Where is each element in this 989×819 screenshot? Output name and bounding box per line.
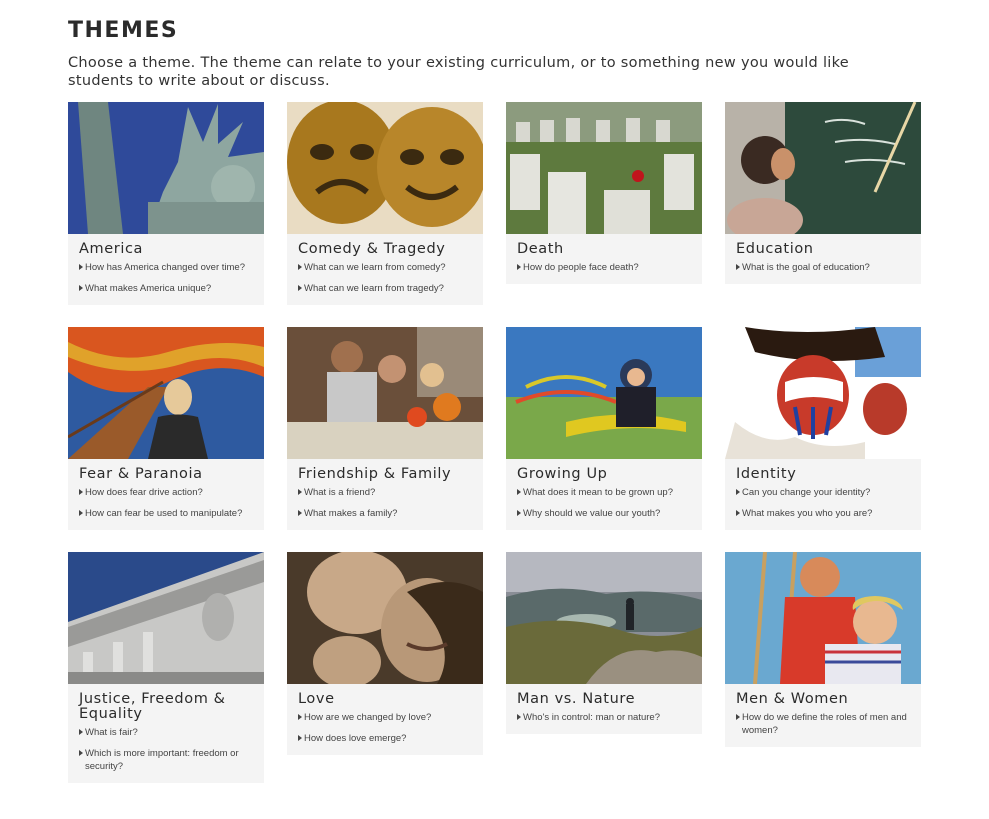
theme-question[interactable]: How do we define the roles of men and wo… [736,711,913,737]
theme-card-fear-paranoia[interactable]: Fear & Paranoia How does fear drive acti… [68,327,264,530]
theme-card-men-women[interactable]: Men & Women How do we define the roles o… [725,552,921,747]
themes-grid: America How has America changed over tim… [68,102,921,783]
education-image[interactable] [725,102,921,234]
theme-card-man-vs-nature[interactable]: Man vs. Nature Who's in control: man or … [506,552,702,734]
theme-card-death[interactable]: Death How do people face death? [506,102,702,284]
theme-title[interactable]: Identity [736,467,913,482]
love-image[interactable] [287,552,483,684]
theme-title[interactable]: Men & Women [736,692,913,707]
theme-question[interactable]: What makes a family? [298,507,475,520]
america-image[interactable] [68,102,264,234]
theme-title[interactable]: Fear & Paranoia [79,467,256,482]
theme-card-identity[interactable]: Identity Can you change your identity? W… [725,327,921,530]
theme-title[interactable]: Growing Up [517,467,694,482]
theme-question[interactable]: What is the goal of education? [736,261,913,274]
theme-question[interactable]: Why should we value our youth? [517,507,694,520]
theme-question[interactable]: How do people face death? [517,261,694,274]
theme-question[interactable]: What can we learn from tragedy? [298,282,475,295]
theme-title[interactable]: America [79,242,256,257]
friendship-family-image[interactable] [287,327,483,459]
theme-question[interactable]: Who's in control: man or nature? [517,711,694,724]
theme-question[interactable]: How does fear drive action? [79,486,256,499]
theme-question[interactable]: How does love emerge? [298,732,475,745]
theme-question[interactable]: What can we learn from comedy? [298,261,475,274]
death-image[interactable] [506,102,702,234]
theme-card-america[interactable]: America How has America changed over tim… [68,102,264,305]
man-vs-nature-image[interactable] [506,552,702,684]
theme-title[interactable]: Man vs. Nature [517,692,694,707]
theme-question[interactable]: What is a friend? [298,486,475,499]
theme-card-friendship-family[interactable]: Friendship & Family What is a friend? Wh… [287,327,483,530]
theme-title[interactable]: Comedy & Tragedy [298,242,475,257]
theme-title[interactable]: Education [736,242,913,257]
theme-question[interactable]: How can fear be used to manipulate? [79,507,256,520]
theme-question[interactable]: Can you change your identity? [736,486,913,499]
growing-up-image[interactable] [506,327,702,459]
intro-text: Choose a theme. The theme can relate to … [68,55,850,89]
theme-title[interactable]: Death [517,242,694,257]
theme-question[interactable]: What makes America unique? [79,282,256,295]
theme-card-comedy-tragedy[interactable]: Comedy & Tragedy What can we learn from … [287,102,483,305]
theme-question[interactable]: Which is more important: freedom or secu… [79,747,256,773]
identity-image[interactable] [725,327,921,459]
theme-card-justice-freedom-equality[interactable]: Justice, Freedom & Equality What is fair… [68,552,264,783]
theme-card-growing-up[interactable]: Growing Up What does it mean to be grown… [506,327,702,530]
theme-question[interactable]: What does it mean to be grown up? [517,486,694,499]
comedy-tragedy-image[interactable] [287,102,483,234]
justice-freedom-equality-image[interactable] [68,552,264,684]
theme-question[interactable]: What is fair? [79,726,256,739]
page-title: THEMES [68,18,179,43]
theme-title[interactable]: Love [298,692,475,707]
theme-question[interactable]: What makes you who you are? [736,507,913,520]
fear-paranoia-image[interactable] [68,327,264,459]
men-women-image[interactable] [725,552,921,684]
theme-title[interactable]: Justice, Freedom & Equality [79,692,256,722]
theme-card-love[interactable]: Love How are we changed by love? How doe… [287,552,483,755]
theme-question[interactable]: How has America changed over time? [79,261,256,274]
theme-title[interactable]: Friendship & Family [298,467,475,482]
theme-question[interactable]: How are we changed by love? [298,711,475,724]
theme-card-education[interactable]: Education What is the goal of education? [725,102,921,284]
